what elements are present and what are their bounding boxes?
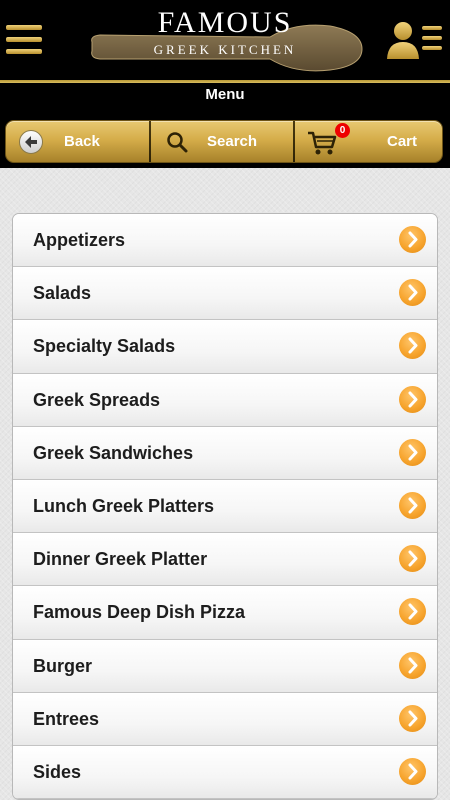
restaurant-logo: FAMOUS GREEK KITCHEN [80,4,370,78]
menu-category-famous-deep-dish-pizza[interactable]: Famous Deep Dish Pizza [13,586,437,640]
nav-toolbar: Back Search 0 Cart [5,120,443,163]
category-label: Burger [33,655,93,676]
account-icon[interactable] [386,20,444,60]
menu-category-salads[interactable]: Salads [13,267,437,321]
search-button[interactable]: Search [151,121,293,162]
cart-icon [308,131,337,155]
menu-category-dinner-greek-platter[interactable]: Dinner Greek Platter [13,533,437,587]
menu-category-greek-spreads[interactable]: Greek Spreads [13,373,437,427]
chevron-right-icon [399,491,426,519]
menu-category-appetizers[interactable]: Appetizers [13,214,437,268]
menu-category-greek-sandwiches[interactable]: Greek Sandwiches [13,426,437,480]
chevron-right-icon [399,545,426,573]
cart-label: Cart [387,133,418,150]
back-button[interactable]: Back [6,121,149,162]
cart-button[interactable]: 0 Cart [295,121,442,162]
app-header: FAMOUS GREEK KITCHEN [0,0,450,80]
page-title: Menu [205,86,245,103]
category-label: Specialty Salads [33,336,176,357]
hamburger-menu-icon[interactable] [6,25,42,55]
category-label: Famous Deep Dish Pizza [33,602,246,623]
search-icon [167,132,188,153]
category-label: Appetizers [33,230,126,250]
category-label: Dinner Greek Platter [33,549,208,570]
menu-category-sides[interactable]: Sides [13,745,437,800]
menu-category-lunch-greek-platters[interactable]: Lunch Greek Platters [13,479,437,534]
content-area: Appetizers Salads Specialty Salads Greek… [0,168,450,800]
menu-category-entrees[interactable]: Entrees [13,692,437,746]
back-label: Back [64,133,100,150]
menu-category-list: Appetizers Salads Specialty Salads Greek… [12,213,438,800]
chevron-right-icon [399,704,426,732]
category-label: Salads [33,283,92,304]
chevron-right-icon [399,279,426,307]
menu-category-burger[interactable]: Burger [13,639,437,693]
logo-title: FAMOUS [157,6,293,39]
logo-subtitle: GREEK KITCHEN [153,42,297,57]
category-label: Sides [33,761,82,782]
category-label: Entrees [33,708,100,729]
menu-category-specialty-salads[interactable]: Specialty Salads [13,320,437,374]
chevron-right-icon [399,598,426,626]
chevron-right-icon [399,226,426,253]
category-label: Greek Sandwiches [33,442,194,463]
category-label: Lunch Greek Platters [33,495,215,516]
chevron-right-icon [399,438,426,466]
cart-count-badge: 0 [335,123,350,138]
back-arrow-icon [19,130,43,154]
search-label: Search [207,133,258,150]
category-label: Greek Spreads [33,389,161,410]
chevron-right-icon [399,385,426,413]
chevron-right-icon [399,651,426,679]
chevron-right-icon [399,757,426,785]
chevron-right-icon [399,332,426,360]
